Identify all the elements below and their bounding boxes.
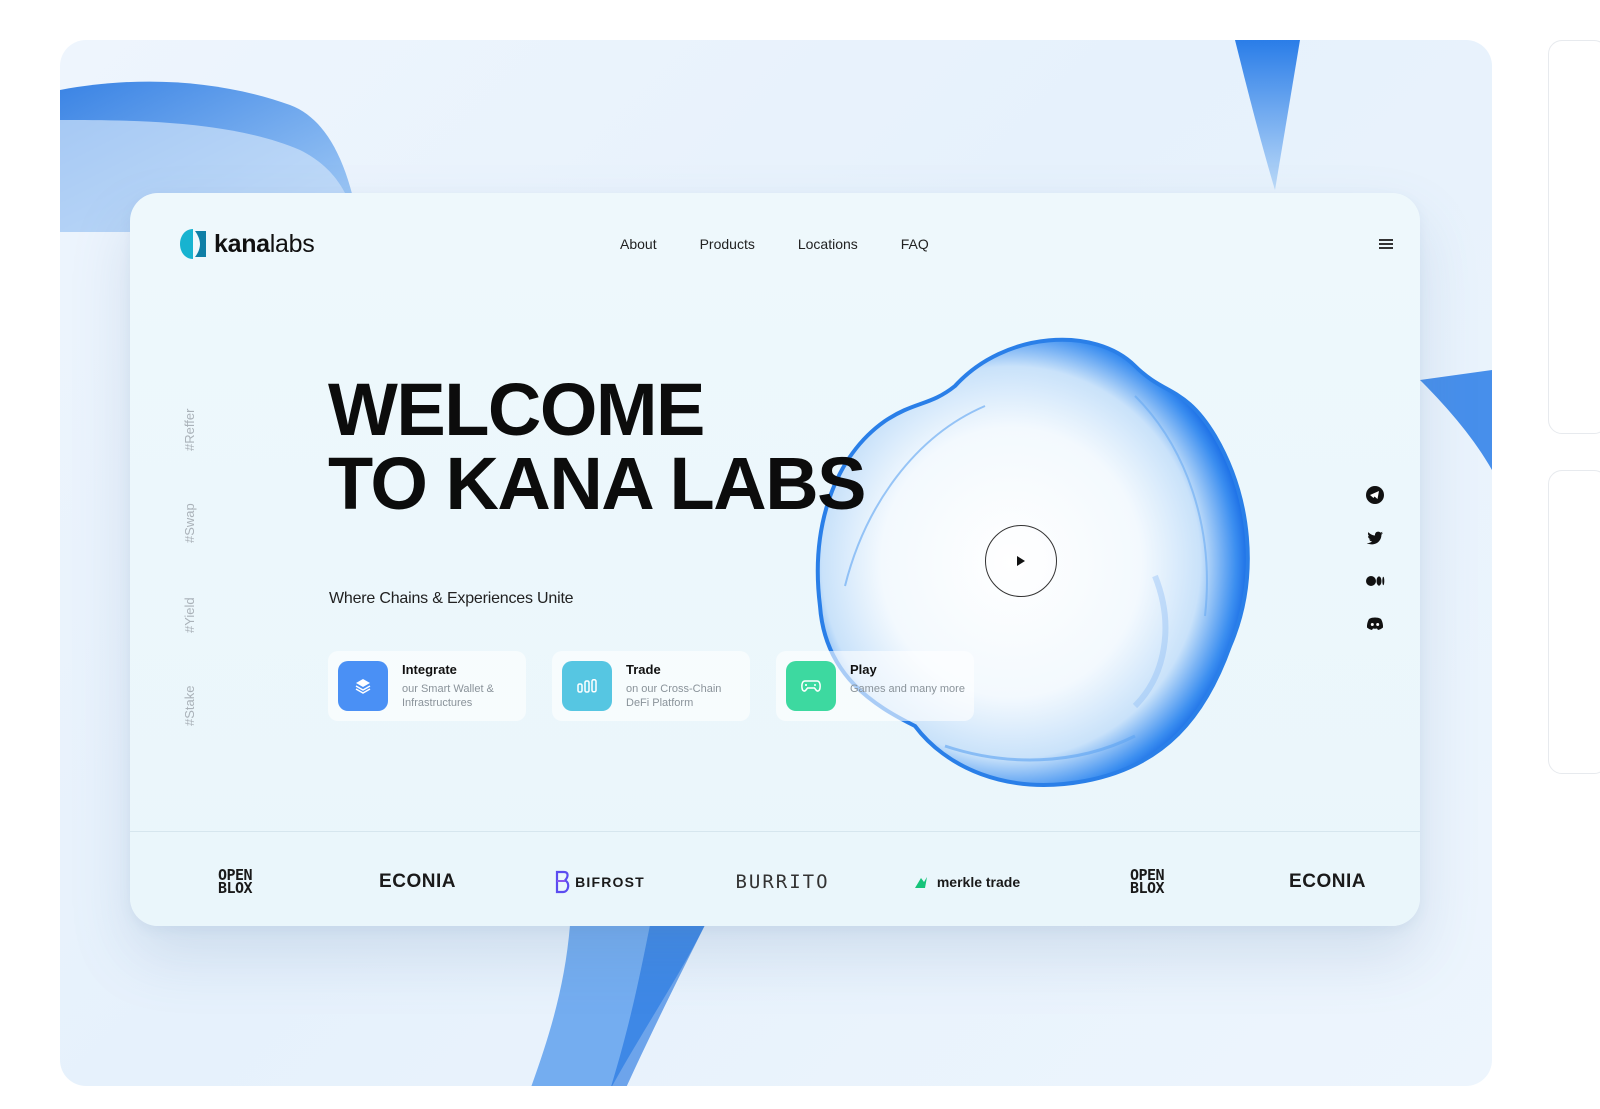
feature-desc: our Smart Wallet & Infrastructures — [402, 683, 494, 709]
decorative-blob-bottom — [531, 925, 705, 1086]
nav-about[interactable]: About — [620, 236, 657, 252]
tag-yield[interactable]: #Yield — [182, 597, 197, 633]
feature-title: Integrate — [402, 662, 457, 677]
partner-bifrost-label: BIFROST — [575, 874, 645, 890]
nav-locations[interactable]: Locations — [798, 236, 858, 252]
feature-card-play[interactable]: Play Games and many more — [776, 651, 974, 721]
partner-openblox[interactable]: OPEN BLOX — [205, 862, 265, 902]
gamepad-icon — [786, 661, 836, 711]
discord-icon[interactable] — [1365, 614, 1385, 634]
feature-desc: on our Cross-Chain DeFi Platform — [626, 683, 722, 709]
nav-faq[interactable]: FAQ — [901, 236, 929, 252]
landing-card: kanalabs About Products Locations FAQ #R… — [130, 193, 1420, 926]
side-panel-bottom — [1548, 470, 1600, 774]
layers-icon — [338, 661, 388, 711]
partner-openblox-line2: BLOX — [217, 879, 253, 897]
partner-logos: OPEN BLOX ECONIA BIFROST BURRITO merkle … — [130, 831, 1420, 926]
play-icon — [1017, 556, 1025, 566]
partner-merkle-trade[interactable]: merkle trade — [905, 862, 1030, 902]
kana-logo-icon — [180, 229, 206, 259]
hero-title: WELCOME TO KANA LABS — [328, 368, 867, 525]
feature-card-trade[interactable]: Trade on our Cross-Chain DeFi Platform — [552, 651, 750, 721]
chart-icon — [562, 661, 612, 711]
nav-products[interactable]: Products — [700, 236, 755, 252]
twitter-icon[interactable] — [1365, 528, 1385, 548]
partner-openblox-2[interactable]: OPEN BLOX — [1117, 862, 1177, 902]
tag-reffer[interactable]: #Reffer — [182, 409, 197, 451]
hero-title-line2: TO KANA LABS — [328, 442, 867, 525]
feature-title: Trade — [626, 662, 661, 677]
feature-card-integrate[interactable]: Integrate our Smart Wallet & Infrastruct… — [328, 651, 526, 721]
telegram-icon[interactable] — [1365, 485, 1385, 505]
tag-swap[interactable]: #Swap — [182, 503, 197, 543]
brand-logo[interactable]: kanalabs — [180, 228, 315, 260]
feature-title: Play — [850, 662, 877, 677]
partner-bifrost[interactable]: BIFROST — [550, 862, 650, 902]
top-nav: About Products Locations FAQ — [620, 236, 929, 252]
partner-burrito[interactable]: BURRITO — [730, 862, 835, 902]
merkle-logo-icon — [914, 877, 927, 888]
feature-cards: Integrate our Smart Wallet & Infrastruct… — [328, 651, 974, 721]
hero-subtitle: Where Chains & Experiences Unite — [329, 590, 574, 607]
side-panel-top — [1548, 40, 1600, 434]
partner-econia-2[interactable]: ECONIA — [1280, 862, 1375, 902]
tag-stake[interactable]: #Stake — [182, 686, 197, 726]
partner-openblox-line2: BLOX — [1129, 879, 1165, 897]
hero-title-line1: WELCOME — [328, 368, 705, 451]
partner-econia[interactable]: ECONIA — [370, 862, 465, 902]
hamburger-menu-icon[interactable] — [1379, 239, 1393, 250]
play-video-button[interactable] — [985, 525, 1057, 597]
bifrost-logo-icon — [555, 870, 570, 894]
partner-merkle-label: merkle trade — [936, 874, 1021, 890]
feature-desc: Games and many more — [850, 683, 965, 695]
brand-wordmark: kanalabs — [214, 229, 315, 258]
medium-icon[interactable] — [1365, 571, 1385, 591]
